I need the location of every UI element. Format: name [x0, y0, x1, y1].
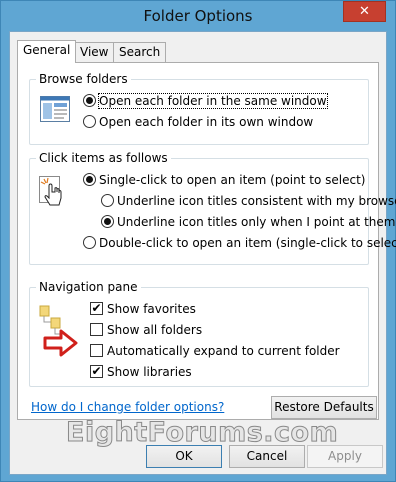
double-click-option[interactable]: Double-click to open an item (single-cli…	[83, 234, 396, 251]
help-link[interactable]: How do I change folder options?	[31, 400, 224, 414]
open-own-window-radio[interactable]	[83, 115, 96, 128]
underline-browser-radio[interactable]	[101, 194, 114, 207]
click-items-group: Click items as follows Single-click to o…	[29, 151, 396, 265]
auto-expand-label: Automatically expand to current folder	[107, 343, 340, 358]
window-layout-icon	[40, 96, 70, 122]
auto-expand-option[interactable]: Automatically expand to current folder	[90, 342, 340, 359]
tab-view[interactable]: View	[74, 42, 115, 62]
browse-folders-group: Browse folders Open each folder in the s…	[29, 72, 369, 145]
show-libraries-checkbox[interactable]: ✔	[90, 365, 103, 378]
show-libraries-option[interactable]: ✔ Show libraries	[90, 363, 192, 380]
window-title: Folder Options	[143, 7, 253, 25]
show-all-folders-label: Show all folders	[107, 322, 203, 337]
underline-browser-option[interactable]: Underline icon titles consistent with my…	[101, 192, 396, 209]
open-own-window-option[interactable]: Open each folder in its own window	[83, 113, 313, 130]
title-bar[interactable]: Folder Options ✕	[1, 1, 395, 31]
dialog-client-area: General View Search Browse folders Open …	[9, 31, 396, 475]
underline-point-option[interactable]: Underline icon titles only when I point …	[101, 213, 395, 230]
close-button[interactable]: ✕	[343, 1, 386, 22]
open-same-window-option[interactable]: Open each folder in the same window	[83, 92, 328, 109]
single-click-option[interactable]: Single-click to open an item (point to s…	[83, 171, 365, 188]
underline-browser-label: Underline icon titles consistent with my…	[117, 193, 396, 208]
show-favorites-option[interactable]: ✔ Show favorites	[90, 300, 196, 317]
double-click-radio[interactable]	[83, 236, 96, 249]
single-click-label: Single-click to open an item (point to s…	[99, 172, 366, 187]
restore-defaults-button[interactable]: Restore Defaults	[271, 396, 377, 419]
apply-button[interactable]: Apply	[307, 445, 383, 468]
tab-search[interactable]: Search	[113, 42, 167, 62]
show-favorites-label: Show favorites	[107, 301, 196, 316]
show-favorites-checkbox[interactable]: ✔	[90, 302, 103, 315]
navigation-pane-title: Navigation pane	[36, 280, 141, 294]
cancel-button[interactable]: Cancel	[229, 445, 305, 468]
navigation-pane-group: Navigation pane ✔ Show favorites Show al…	[29, 280, 369, 387]
open-same-window-radio[interactable]	[83, 94, 96, 107]
auto-expand-checkbox[interactable]	[90, 344, 103, 357]
tab-general[interactable]: General	[17, 40, 77, 63]
show-libraries-label: Show libraries	[107, 364, 192, 379]
open-own-window-label: Open each folder in its own window	[99, 114, 314, 129]
single-click-radio[interactable]	[83, 173, 96, 186]
show-all-folders-option[interactable]: Show all folders	[90, 321, 202, 338]
browse-folders-title: Browse folders	[36, 72, 131, 86]
show-all-folders-checkbox[interactable]	[90, 323, 103, 336]
underline-point-label: Underline icon titles only when I point …	[117, 214, 396, 229]
underline-point-radio[interactable]	[101, 215, 114, 228]
general-tab-panel: Browse folders Open each folder in the s…	[17, 62, 396, 420]
open-same-window-label: Open each folder in the same window	[98, 92, 328, 109]
pointer-hand-icon	[39, 176, 62, 206]
ok-button[interactable]: OK	[146, 445, 222, 468]
click-items-title: Click items as follows	[36, 151, 171, 165]
double-click-label: Double-click to open an item (single-cli…	[99, 235, 396, 250]
watermark-text: EightForums.com	[65, 417, 339, 449]
red-arrow-icon	[43, 329, 78, 357]
folder-options-window: Folder Options ✕ General View Search Bro…	[0, 0, 396, 482]
